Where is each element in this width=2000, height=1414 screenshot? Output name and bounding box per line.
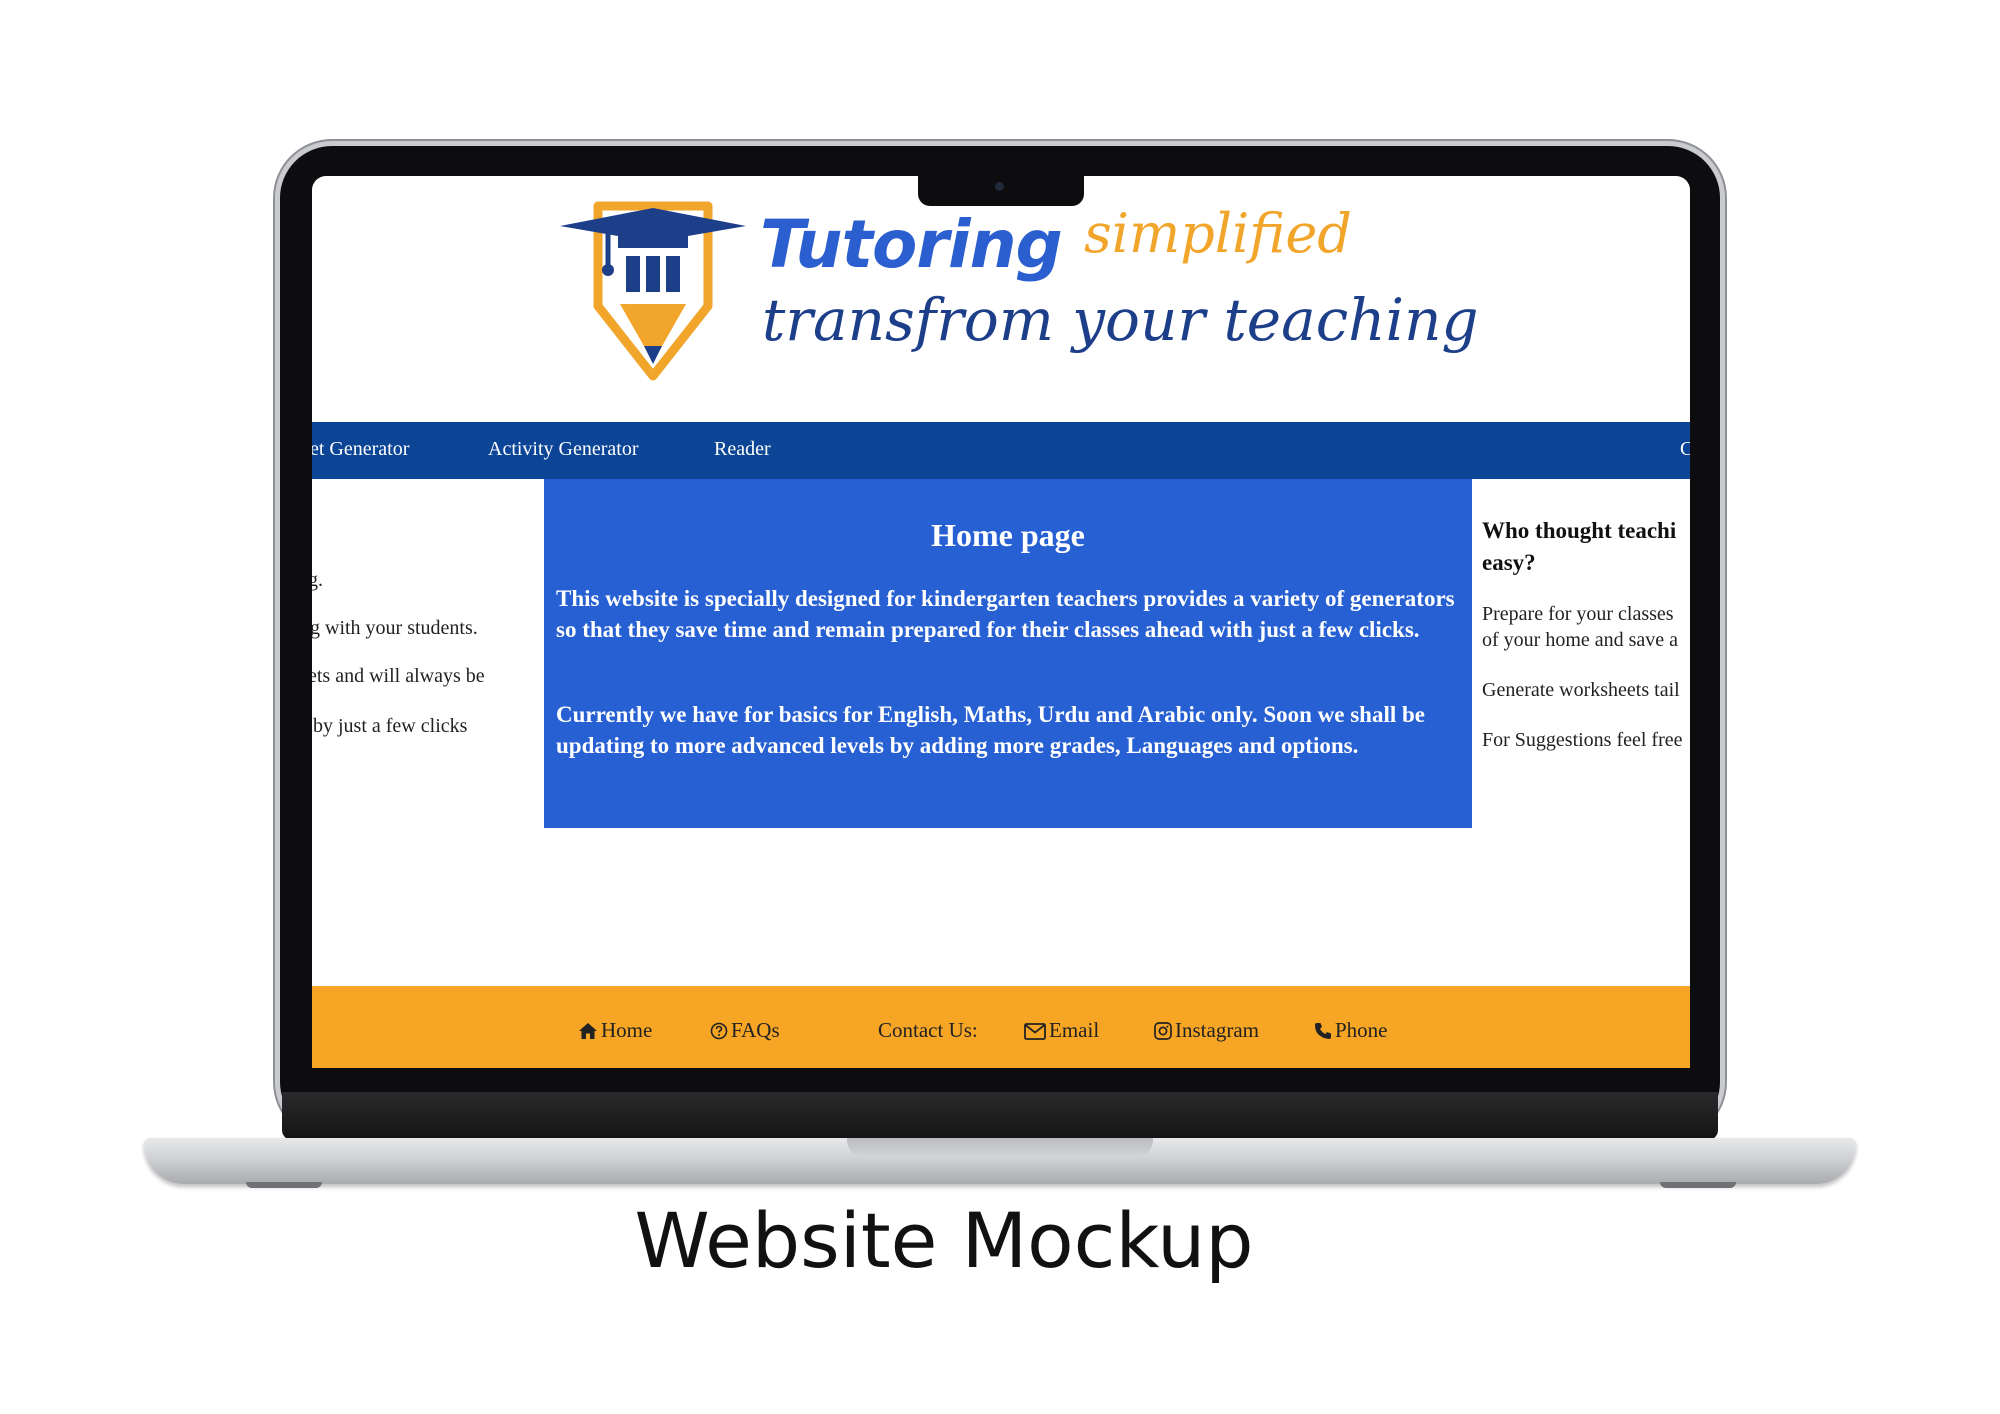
right-heading-line: easy? — [1482, 550, 1536, 575]
left-text-line: g. — [312, 569, 323, 591]
envelope-icon — [1024, 1023, 1046, 1040]
right-text-line: Generate worksheets tail — [1482, 679, 1680, 701]
right-text-line: of your home and save a — [1482, 629, 1679, 651]
site-footer: Home FAQs Contact Us: Email Instagram Ph… — [312, 986, 1690, 1068]
mockup-caption: Website Mockup — [634, 1196, 1254, 1285]
footer-email-label: Email — [1049, 1018, 1100, 1042]
footer-faqs-label: FAQs — [731, 1018, 780, 1042]
nav-contact[interactable]: C — [1680, 438, 1690, 461]
hero-languages-note: Currently we have for basics for English… — [556, 702, 1425, 758]
footer-contact-label: Contact Us: — [878, 1018, 978, 1042]
nav-worksheet-generator[interactable]: et Generator — [312, 438, 409, 461]
footer-home-link[interactable]: Home — [578, 1018, 652, 1043]
right-heading: Who thought teachi easy? — [1482, 515, 1690, 579]
home-hero: Home page This website is specially desi… — [544, 479, 1472, 828]
laptop-chin — [282, 1092, 1718, 1140]
brand-name: Tutoring — [760, 206, 1063, 283]
hero-description: This website is specially designed for k… — [556, 586, 1455, 642]
footer-instagram-label: Instagram — [1175, 1018, 1259, 1042]
footer-instagram-link[interactable]: Instagram — [1154, 1018, 1259, 1043]
question-circle-icon — [710, 1022, 728, 1040]
right-text-line: For Suggestions feel free — [1482, 729, 1683, 751]
right-text-line: Prepare for your classes — [1482, 603, 1674, 625]
laptop-foot-left — [246, 1182, 322, 1188]
graduation-cap-pencil-logo-icon — [560, 201, 746, 381]
nav-activity-generator[interactable]: Activity Generator — [488, 438, 639, 461]
footer-phone-label: Phone — [1335, 1018, 1388, 1042]
phone-icon — [1315, 1023, 1331, 1039]
left-column: g. g with your students. ets and will al… — [312, 479, 544, 839]
footer-home-label: Home — [601, 1018, 653, 1042]
site-header: Tutoring simplified transfrom your teach… — [312, 176, 1690, 422]
brand-name-sub: simplified — [1084, 202, 1352, 265]
instagram-icon — [1154, 1022, 1172, 1040]
home-icon — [579, 1023, 597, 1039]
right-column: Who thought teachi easy? Prepare for you… — [1472, 479, 1690, 839]
left-text-line: ets and will always be — [312, 665, 485, 687]
laptop-screen: Tutoring simplified transfrom your teach… — [312, 176, 1690, 1068]
footer-faqs-link[interactable]: FAQs — [710, 1018, 780, 1043]
page-title: Home page — [931, 517, 1085, 553]
left-text-line: g with your students. — [312, 617, 478, 639]
main-nav: et Generator Activity Generator Reader C — [312, 422, 1690, 479]
footer-email-link[interactable]: Email — [1024, 1018, 1099, 1043]
camera-icon — [995, 182, 1004, 191]
footer-phone-link[interactable]: Phone — [1314, 1018, 1388, 1043]
brand-tagline: transfrom your teaching — [762, 286, 1479, 354]
camera-notch — [918, 176, 1084, 206]
laptop-base-notch — [847, 1138, 1153, 1158]
nav-reader[interactable]: Reader — [714, 438, 771, 461]
right-heading-line: Who thought teachi — [1482, 518, 1677, 543]
left-text-line: by just a few clicks — [312, 715, 468, 737]
laptop-foot-right — [1660, 1182, 1736, 1188]
